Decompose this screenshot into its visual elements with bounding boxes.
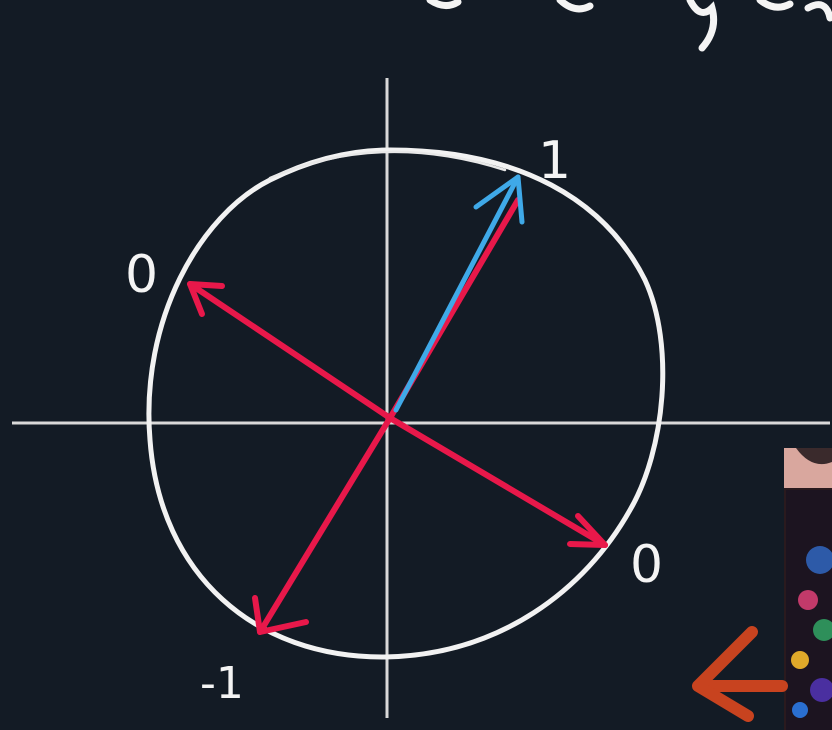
red-vectors (187, 197, 608, 635)
pointer-arrow-icon (692, 626, 788, 722)
unit-circle (146, 147, 666, 660)
unit-circle-diagram: 1 0 0 -1 (12, 0, 832, 730)
blue-vector (393, 174, 525, 413)
presenter-webcam-overlay (784, 448, 832, 730)
label-lower-right: 0 (630, 535, 663, 595)
label-upper-left: 0 (125, 245, 158, 305)
blue-vector-line (393, 174, 521, 413)
red-vector-bottom-left (257, 415, 393, 635)
red-vector-lower-right (387, 415, 608, 548)
label-bottom-left: -1 (200, 658, 244, 709)
top-cutoff-handwriting (426, 0, 832, 52)
red-vector-upper-left (187, 281, 393, 421)
label-top-right: 1 (538, 131, 571, 191)
